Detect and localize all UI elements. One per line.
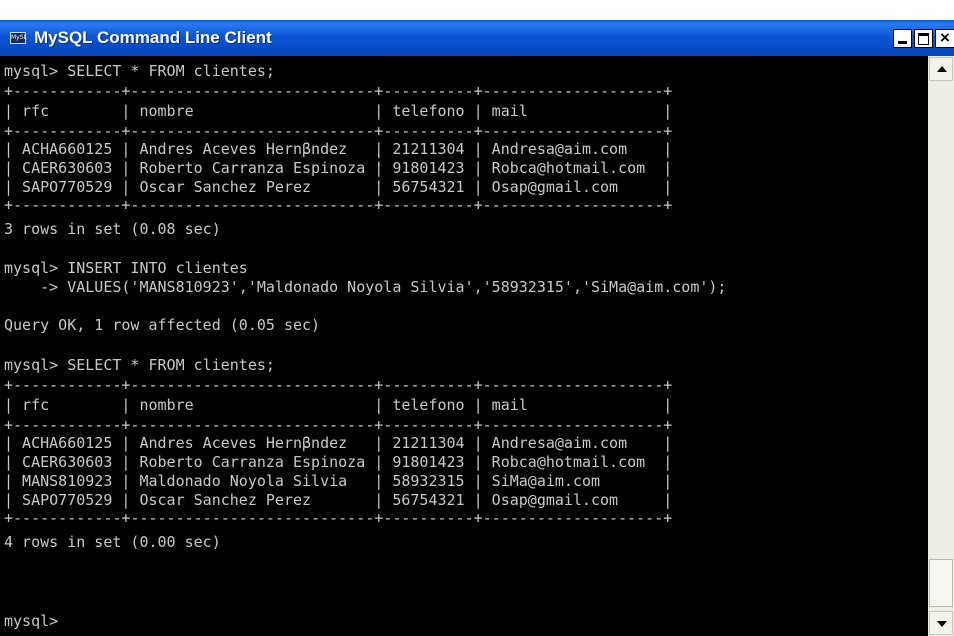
- table-header-row: | rfc | nombre | telefono | mail |: [4, 102, 673, 120]
- mysql-client-window: MySL MySQL Command Line Client × mysql> …: [0, 0, 954, 636]
- console-line: mysql> SELECT * FROM clientes;: [4, 356, 275, 374]
- rows-in-set-text: 3 rows in set (0.08 sec): [4, 220, 221, 238]
- close-button[interactable]: ×: [935, 28, 954, 48]
- console-output[interactable]: mysql> SELECT * FROM clientes; +--------…: [0, 56, 928, 636]
- vertical-scrollbar[interactable]: [928, 56, 954, 636]
- table-border: +------------+--------------------------…: [4, 376, 673, 394]
- table-row: | ACHA660125 | Andres Aceves Hernβndez |…: [4, 434, 673, 452]
- table-row: | ACHA660125 | Andres Aceves Hernβndez |…: [4, 140, 673, 158]
- console-line: -> VALUES('MANS810923','Maldonado Noyola…: [4, 278, 727, 296]
- table-header-row: | rfc | nombre | telefono | mail |: [4, 396, 673, 414]
- query-ok-text: Query OK, 1 row affected (0.05 sec): [4, 316, 321, 334]
- maximize-button[interactable]: [914, 29, 933, 48]
- table-row: | CAER630603 | Roberto Carranza Espinoza…: [4, 159, 673, 177]
- table-border: +------------+--------------------------…: [4, 82, 673, 100]
- scroll-down-button[interactable]: [929, 611, 953, 635]
- mysql-prompt[interactable]: mysql>: [4, 612, 58, 631]
- console-line: mysql> INSERT INTO clientes: [4, 259, 248, 277]
- table-row: | CAER630603 | Roberto Carranza Espinoza…: [4, 453, 673, 471]
- table-border: +------------+--------------------------…: [4, 509, 673, 527]
- title-bar[interactable]: MySL MySQL Command Line Client ×: [0, 20, 954, 56]
- rows-in-set-text: 4 rows in set (0.00 sec): [4, 533, 221, 551]
- table-row: | SAPO770529 | Oscar Sanchez Perez | 567…: [4, 178, 673, 196]
- table-row: | MANS810923 | Maldonado Noyola Silvia |…: [4, 472, 673, 490]
- close-icon: ×: [940, 28, 950, 47]
- table-border: +------------+--------------------------…: [4, 122, 673, 140]
- mysql-app-icon[interactable]: MySL: [10, 32, 27, 44]
- minimize-button[interactable]: [893, 29, 912, 48]
- table-row: | SAPO770529 | Oscar Sanchez Perez | 567…: [4, 491, 673, 509]
- console-line: mysql> SELECT * FROM clientes;: [4, 62, 275, 80]
- table-border: +------------+--------------------------…: [4, 416, 673, 434]
- window-title: MySQL Command Line Client: [34, 28, 272, 47]
- scroll-thumb[interactable]: [929, 559, 953, 607]
- scroll-up-button[interactable]: [929, 57, 953, 81]
- table-border: +------------+--------------------------…: [4, 196, 673, 214]
